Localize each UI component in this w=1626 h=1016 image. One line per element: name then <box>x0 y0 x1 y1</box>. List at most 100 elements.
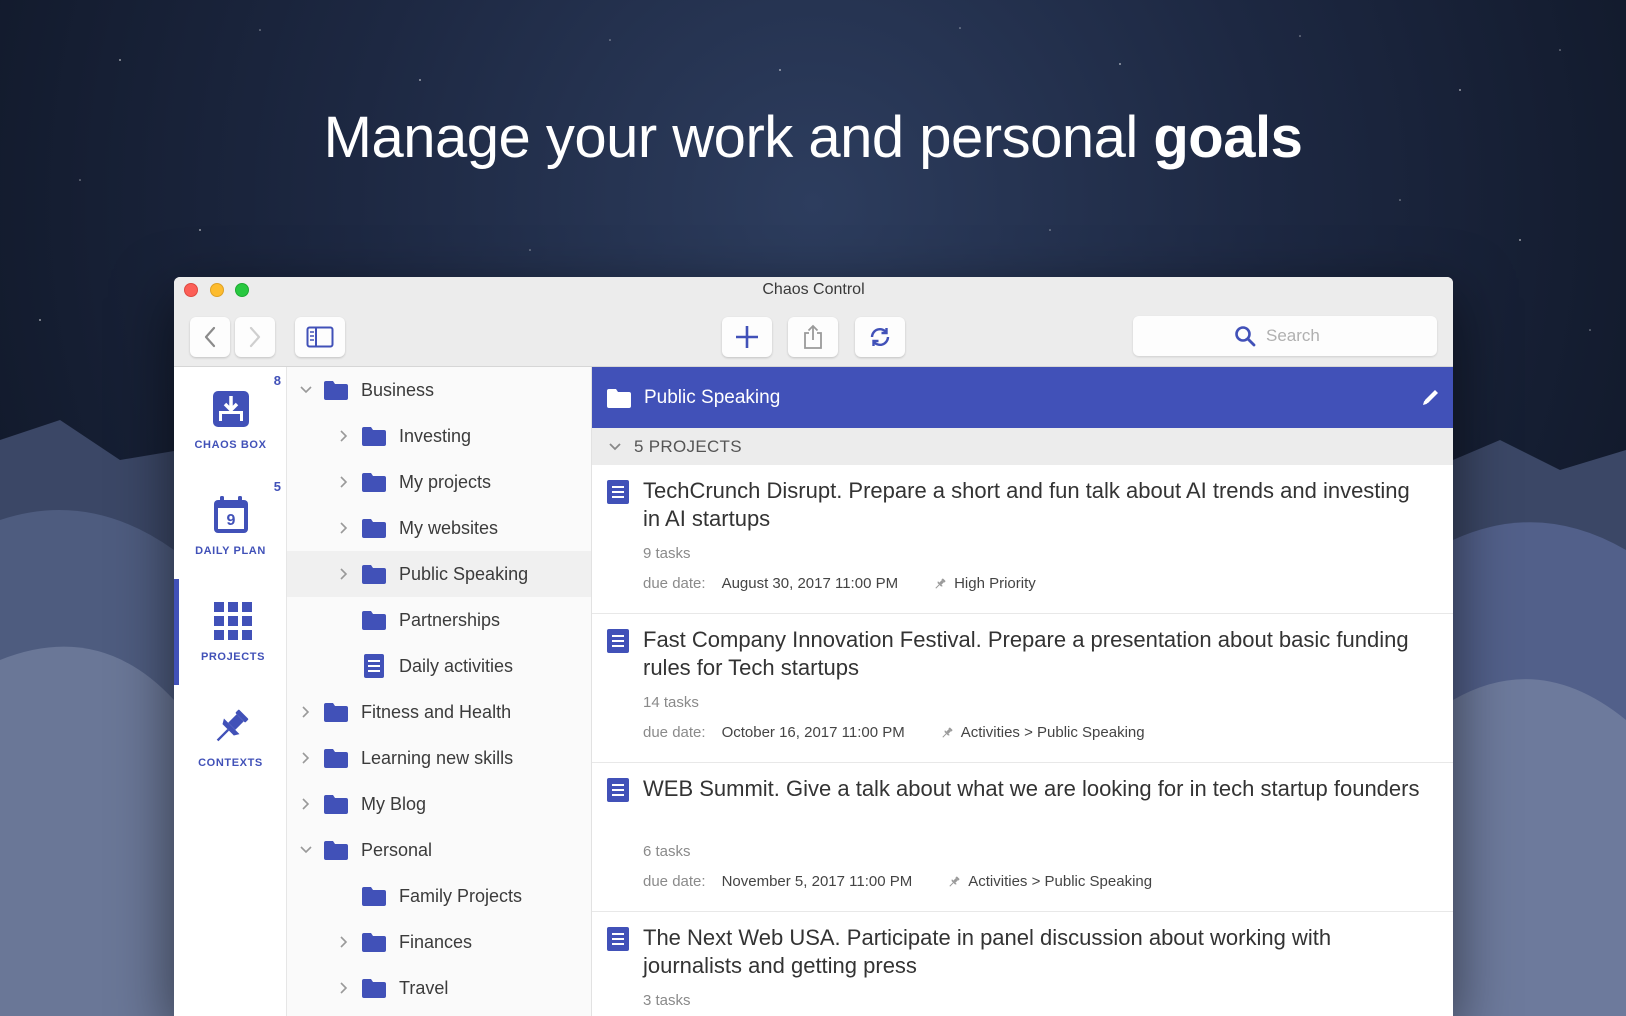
project-detail: Public Speaking 5 PROJECTS TechCrunch Di… <box>592 367 1453 1016</box>
folder-icon <box>361 563 387 585</box>
list-icon <box>364 654 384 678</box>
pin-icon <box>216 709 248 742</box>
chevron-right-icon[interactable] <box>299 705 313 719</box>
project-row[interactable]: The Next Web USA. Participate in panel d… <box>592 912 1453 1016</box>
chevron-right-icon[interactable] <box>337 475 351 489</box>
rail-label-daily-plan: DAILY PLAN <box>195 545 266 557</box>
rail-item-chaos-box[interactable]: 8 CHAOS BOX <box>174 367 287 473</box>
edit-button[interactable] <box>1421 387 1441 412</box>
project-title: The Next Web USA. Participate in panel d… <box>643 925 1332 978</box>
tree-item[interactable]: Personal <box>287 827 591 873</box>
project-title: WEB Summit. Give a talk about what we ar… <box>643 776 1420 801</box>
project-row[interactable]: TechCrunch Disrupt. Prepare a short and … <box>592 465 1453 614</box>
chevron-right-icon[interactable] <box>337 567 351 581</box>
tree-item[interactable]: Family Projects <box>287 873 591 919</box>
tree-item[interactable]: Daily activities <box>287 643 591 689</box>
tree-item[interactable]: Finances <box>287 919 591 965</box>
sync-button[interactable] <box>855 317 905 357</box>
rail-label-chaos-box: CHAOS BOX <box>194 439 267 451</box>
tree-item-label: My projects <box>399 471 492 492</box>
due-date-value: November 5, 2017 11:00 PM <box>721 873 913 890</box>
project-title: Fast Company Innovation Festival. Prepar… <box>643 627 1409 680</box>
context-pin-icon <box>941 726 953 739</box>
tree-item[interactable]: Public Speaking <box>287 551 591 597</box>
search-field[interactable] <box>1133 316 1437 356</box>
context-pin-icon <box>934 577 946 590</box>
chevron-down-icon[interactable] <box>299 383 313 397</box>
tree-item-label: Travel <box>399 977 449 998</box>
project-task-count: 6 tasks <box>643 843 691 860</box>
tree-item[interactable]: My Blog <box>287 781 591 827</box>
search-icon <box>1235 326 1256 347</box>
window-title: Chaos Control <box>762 281 865 298</box>
titlebar: Chaos Control <box>174 277 1453 367</box>
tree-item-label: Finances <box>399 931 473 952</box>
chevron-right-icon[interactable] <box>299 751 313 765</box>
tree-item[interactable]: My projects <box>287 459 591 505</box>
chaos-box-count-badge: 8 <box>273 373 281 388</box>
folder-icon <box>361 977 387 999</box>
inbox-icon <box>212 391 249 427</box>
project-row[interactable]: WEB Summit. Give a talk about what we ar… <box>592 763 1453 912</box>
navigation-rail: 8 CHAOS BOX 5 9 DAILY PLAN PROJECTS CONT… <box>174 367 287 1016</box>
chevron-right-icon[interactable] <box>337 429 351 443</box>
folder-icon <box>362 519 386 538</box>
project-list-icon <box>606 628 630 659</box>
chevron-right-icon[interactable] <box>337 521 351 535</box>
forward-button[interactable] <box>235 317 275 357</box>
folder-icon <box>323 379 349 401</box>
folder-icon <box>361 517 387 539</box>
pencil-icon <box>1423 390 1438 405</box>
context-value: High Priority <box>954 575 1036 592</box>
toggle-sidebar-button[interactable] <box>295 317 345 357</box>
folder-icon <box>324 381 348 400</box>
project-row[interactable]: Fast Company Innovation Festival. Prepar… <box>592 614 1453 763</box>
folder-icon <box>361 425 387 447</box>
tree-item[interactable]: My websites <box>287 505 591 551</box>
marketing-headline: Manage your work and personal goals <box>323 105 1303 170</box>
tree-item-label: Daily activities <box>399 655 514 676</box>
search-input[interactable] <box>1266 326 1336 346</box>
chevron-right-icon[interactable] <box>337 981 351 995</box>
rail-label-contexts: CONTEXTS <box>198 757 263 769</box>
chevron-right-icon[interactable] <box>337 935 351 949</box>
tree-item[interactable]: Fitness and Health <box>287 689 591 735</box>
tree-item[interactable]: Learning new skills <box>287 735 591 781</box>
rail-item-daily-plan[interactable]: 5 9 DAILY PLAN <box>174 473 287 579</box>
folder-icon <box>361 609 387 631</box>
project-tree: Business Investing My projects My websites P… <box>287 367 592 1016</box>
tree-item-label: Business <box>361 379 435 400</box>
tree-item-label: Learning new skills <box>361 747 514 768</box>
rail-item-contexts[interactable]: CONTEXTS <box>174 685 287 791</box>
folder-icon <box>362 565 386 584</box>
folder-icon <box>324 841 348 860</box>
folder-icon <box>361 931 387 953</box>
chevron-down-icon[interactable] <box>299 843 313 857</box>
folder-icon <box>323 747 349 769</box>
context-pin-icon <box>948 875 960 888</box>
due-date-label: due date: <box>643 873 706 890</box>
rail-item-projects[interactable]: PROJECTS <box>174 579 287 685</box>
tree-item[interactable]: Business <box>287 367 591 413</box>
folder-icon <box>324 749 348 768</box>
tree-item[interactable]: Partnerships <box>287 597 591 643</box>
project-title: TechCrunch Disrupt. Prepare a short and … <box>643 478 1410 531</box>
share-button[interactable] <box>788 317 838 357</box>
projects-group-header[interactable]: 5 PROJECTS <box>592 428 1453 465</box>
folder-icon <box>362 979 386 998</box>
add-button[interactable] <box>722 317 772 357</box>
due-date-value: August 30, 2017 11:00 PM <box>721 575 899 592</box>
projects-count-label: 5 PROJECTS <box>634 436 742 456</box>
tree-item[interactable]: Travel <box>287 965 591 1011</box>
tree-item-label: My Blog <box>361 793 427 814</box>
folder-icon <box>324 795 348 814</box>
project-meta: due date: November 5, 2017 11:00 PM Activi… <box>643 873 1152 890</box>
chevron-right-icon[interactable] <box>299 797 313 811</box>
back-button[interactable] <box>190 317 230 357</box>
context-value: Activities > Public Speaking <box>960 724 1145 741</box>
tree-item[interactable]: Investing <box>287 413 591 459</box>
project-meta: due date: October 16, 2017 11:00 PM Activi… <box>643 724 1145 741</box>
tree-item-label: Personal <box>361 839 433 860</box>
chevron-left-icon <box>204 326 216 348</box>
